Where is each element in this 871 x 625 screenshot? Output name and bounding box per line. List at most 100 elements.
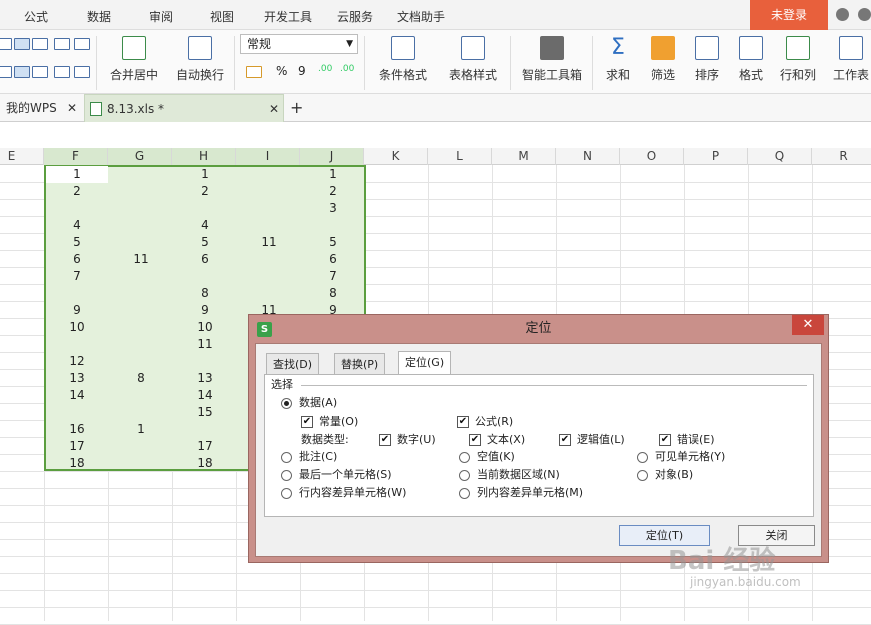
- visible-cells-radio[interactable]: [637, 452, 648, 463]
- logical-checkbox[interactable]: ✔: [559, 434, 571, 446]
- table-cell[interactable]: [110, 353, 172, 370]
- column-header[interactable]: N: [556, 148, 620, 165]
- decrease-decimal-icon[interactable]: .00: [340, 64, 354, 74]
- col-diff-radio[interactable]: [459, 488, 470, 499]
- menu-formula[interactable]: 公式: [24, 8, 48, 25]
- blank-radio[interactable]: [459, 452, 470, 463]
- menu-view[interactable]: 视图: [210, 8, 234, 25]
- table-cell[interactable]: [238, 200, 300, 217]
- indent-decrease-icon[interactable]: [54, 38, 70, 50]
- table-cell[interactable]: 14: [174, 387, 236, 404]
- dialog-close-button[interactable]: ✕: [792, 315, 824, 335]
- table-cell[interactable]: [110, 319, 172, 336]
- column-header[interactable]: R: [812, 148, 871, 165]
- table-cell[interactable]: 6: [302, 251, 364, 268]
- table-cell[interactable]: 17: [46, 438, 108, 455]
- table-cell[interactable]: 10: [46, 319, 108, 336]
- table-cell[interactable]: [110, 217, 172, 234]
- align-center-icon[interactable]: [14, 38, 30, 50]
- table-cell[interactable]: [110, 200, 172, 217]
- table-cell[interactable]: [110, 438, 172, 455]
- table-cell[interactable]: [110, 285, 172, 302]
- table-cell[interactable]: 7: [46, 268, 108, 285]
- table-cell[interactable]: [46, 404, 108, 421]
- column-header[interactable]: H: [172, 148, 236, 165]
- table-cell[interactable]: 1: [302, 166, 364, 183]
- table-cell[interactable]: 4: [46, 217, 108, 234]
- currency-icon[interactable]: [246, 66, 262, 78]
- increase-decimal-icon[interactable]: .00: [318, 64, 332, 74]
- number-checkbox[interactable]: ✔: [379, 434, 391, 446]
- column-header[interactable]: J: [300, 148, 364, 165]
- table-cell[interactable]: [238, 217, 300, 234]
- table-cell[interactable]: 6: [174, 251, 236, 268]
- row-col-button[interactable]: 行和列: [778, 36, 818, 83]
- table-cell[interactable]: [110, 166, 172, 183]
- table-style-button[interactable]: 表格样式: [442, 36, 504, 83]
- table-cell[interactable]: [110, 455, 172, 472]
- smart-toolbox-button[interactable]: 智能工具箱: [520, 36, 584, 83]
- table-cell[interactable]: 2: [174, 183, 236, 200]
- formula-checkbox[interactable]: ✔: [457, 416, 469, 428]
- settings-icon[interactable]: [858, 8, 871, 21]
- column-header[interactable]: F: [44, 148, 108, 165]
- row-diff-radio[interactable]: [281, 488, 292, 499]
- table-cell[interactable]: 18: [174, 455, 236, 472]
- align-right2-icon[interactable]: [32, 66, 48, 78]
- table-cell[interactable]: 12: [46, 353, 108, 370]
- menu-developer[interactable]: 开发工具: [264, 8, 312, 25]
- table-cell[interactable]: 17: [174, 438, 236, 455]
- table-cell[interactable]: [302, 217, 364, 234]
- close-icon[interactable]: ✕: [67, 94, 77, 122]
- table-cell[interactable]: [238, 251, 300, 268]
- table-cell[interactable]: 11: [174, 336, 236, 353]
- wrap-text-button[interactable]: 自动换行: [174, 36, 226, 83]
- table-cell[interactable]: 13: [46, 370, 108, 387]
- login-button[interactable]: 未登录: [750, 0, 828, 30]
- column-header[interactable]: E: [0, 148, 44, 165]
- error-checkbox[interactable]: ✔: [659, 434, 671, 446]
- table-cell[interactable]: 5: [46, 234, 108, 251]
- table-cell[interactable]: 6: [46, 251, 108, 268]
- table-cell[interactable]: 1: [46, 166, 108, 183]
- conditional-format-button[interactable]: 条件格式: [372, 36, 434, 83]
- table-cell[interactable]: 16: [46, 421, 108, 438]
- tab-replace[interactable]: 替换(P): [334, 353, 386, 374]
- comma-button[interactable]: 9: [298, 64, 306, 78]
- column-header[interactable]: P: [684, 148, 748, 165]
- table-cell[interactable]: [110, 387, 172, 404]
- table-cell[interactable]: [110, 183, 172, 200]
- tab-find[interactable]: 查找(D): [266, 353, 320, 374]
- menu-doc-assistant[interactable]: 文档助手: [397, 8, 445, 25]
- distribute-icon[interactable]: [74, 66, 90, 78]
- filter-button[interactable]: 筛选: [644, 36, 682, 83]
- table-cell[interactable]: 5: [302, 234, 364, 251]
- percent-button[interactable]: %: [276, 64, 287, 78]
- table-cell[interactable]: 1: [110, 421, 172, 438]
- table-cell[interactable]: [238, 166, 300, 183]
- table-cell[interactable]: [174, 268, 236, 285]
- constant-checkbox[interactable]: ✔: [301, 416, 313, 428]
- menu-cloud[interactable]: 云服务: [337, 8, 373, 25]
- table-cell[interactable]: [174, 200, 236, 217]
- column-header[interactable]: Q: [748, 148, 812, 165]
- new-tab-button[interactable]: +: [290, 94, 303, 122]
- table-cell[interactable]: [110, 268, 172, 285]
- table-cell[interactable]: 8: [302, 285, 364, 302]
- table-cell[interactable]: 8: [174, 285, 236, 302]
- table-cell[interactable]: 7: [302, 268, 364, 285]
- table-cell[interactable]: [238, 285, 300, 302]
- column-header[interactable]: O: [620, 148, 684, 165]
- data-radio[interactable]: [281, 398, 292, 409]
- table-cell[interactable]: 14: [46, 387, 108, 404]
- table-cell[interactable]: [46, 200, 108, 217]
- worksheet-button[interactable]: 工作表: [832, 36, 870, 83]
- merge-center-button[interactable]: 合并居中: [106, 36, 162, 83]
- current-region-radio[interactable]: [459, 470, 470, 481]
- table-cell[interactable]: 11: [238, 234, 300, 251]
- table-cell[interactable]: 10: [174, 319, 236, 336]
- table-cell[interactable]: [238, 268, 300, 285]
- sum-button[interactable]: Σ 求和: [600, 36, 636, 83]
- column-header[interactable]: I: [236, 148, 300, 165]
- table-cell[interactable]: [110, 404, 172, 421]
